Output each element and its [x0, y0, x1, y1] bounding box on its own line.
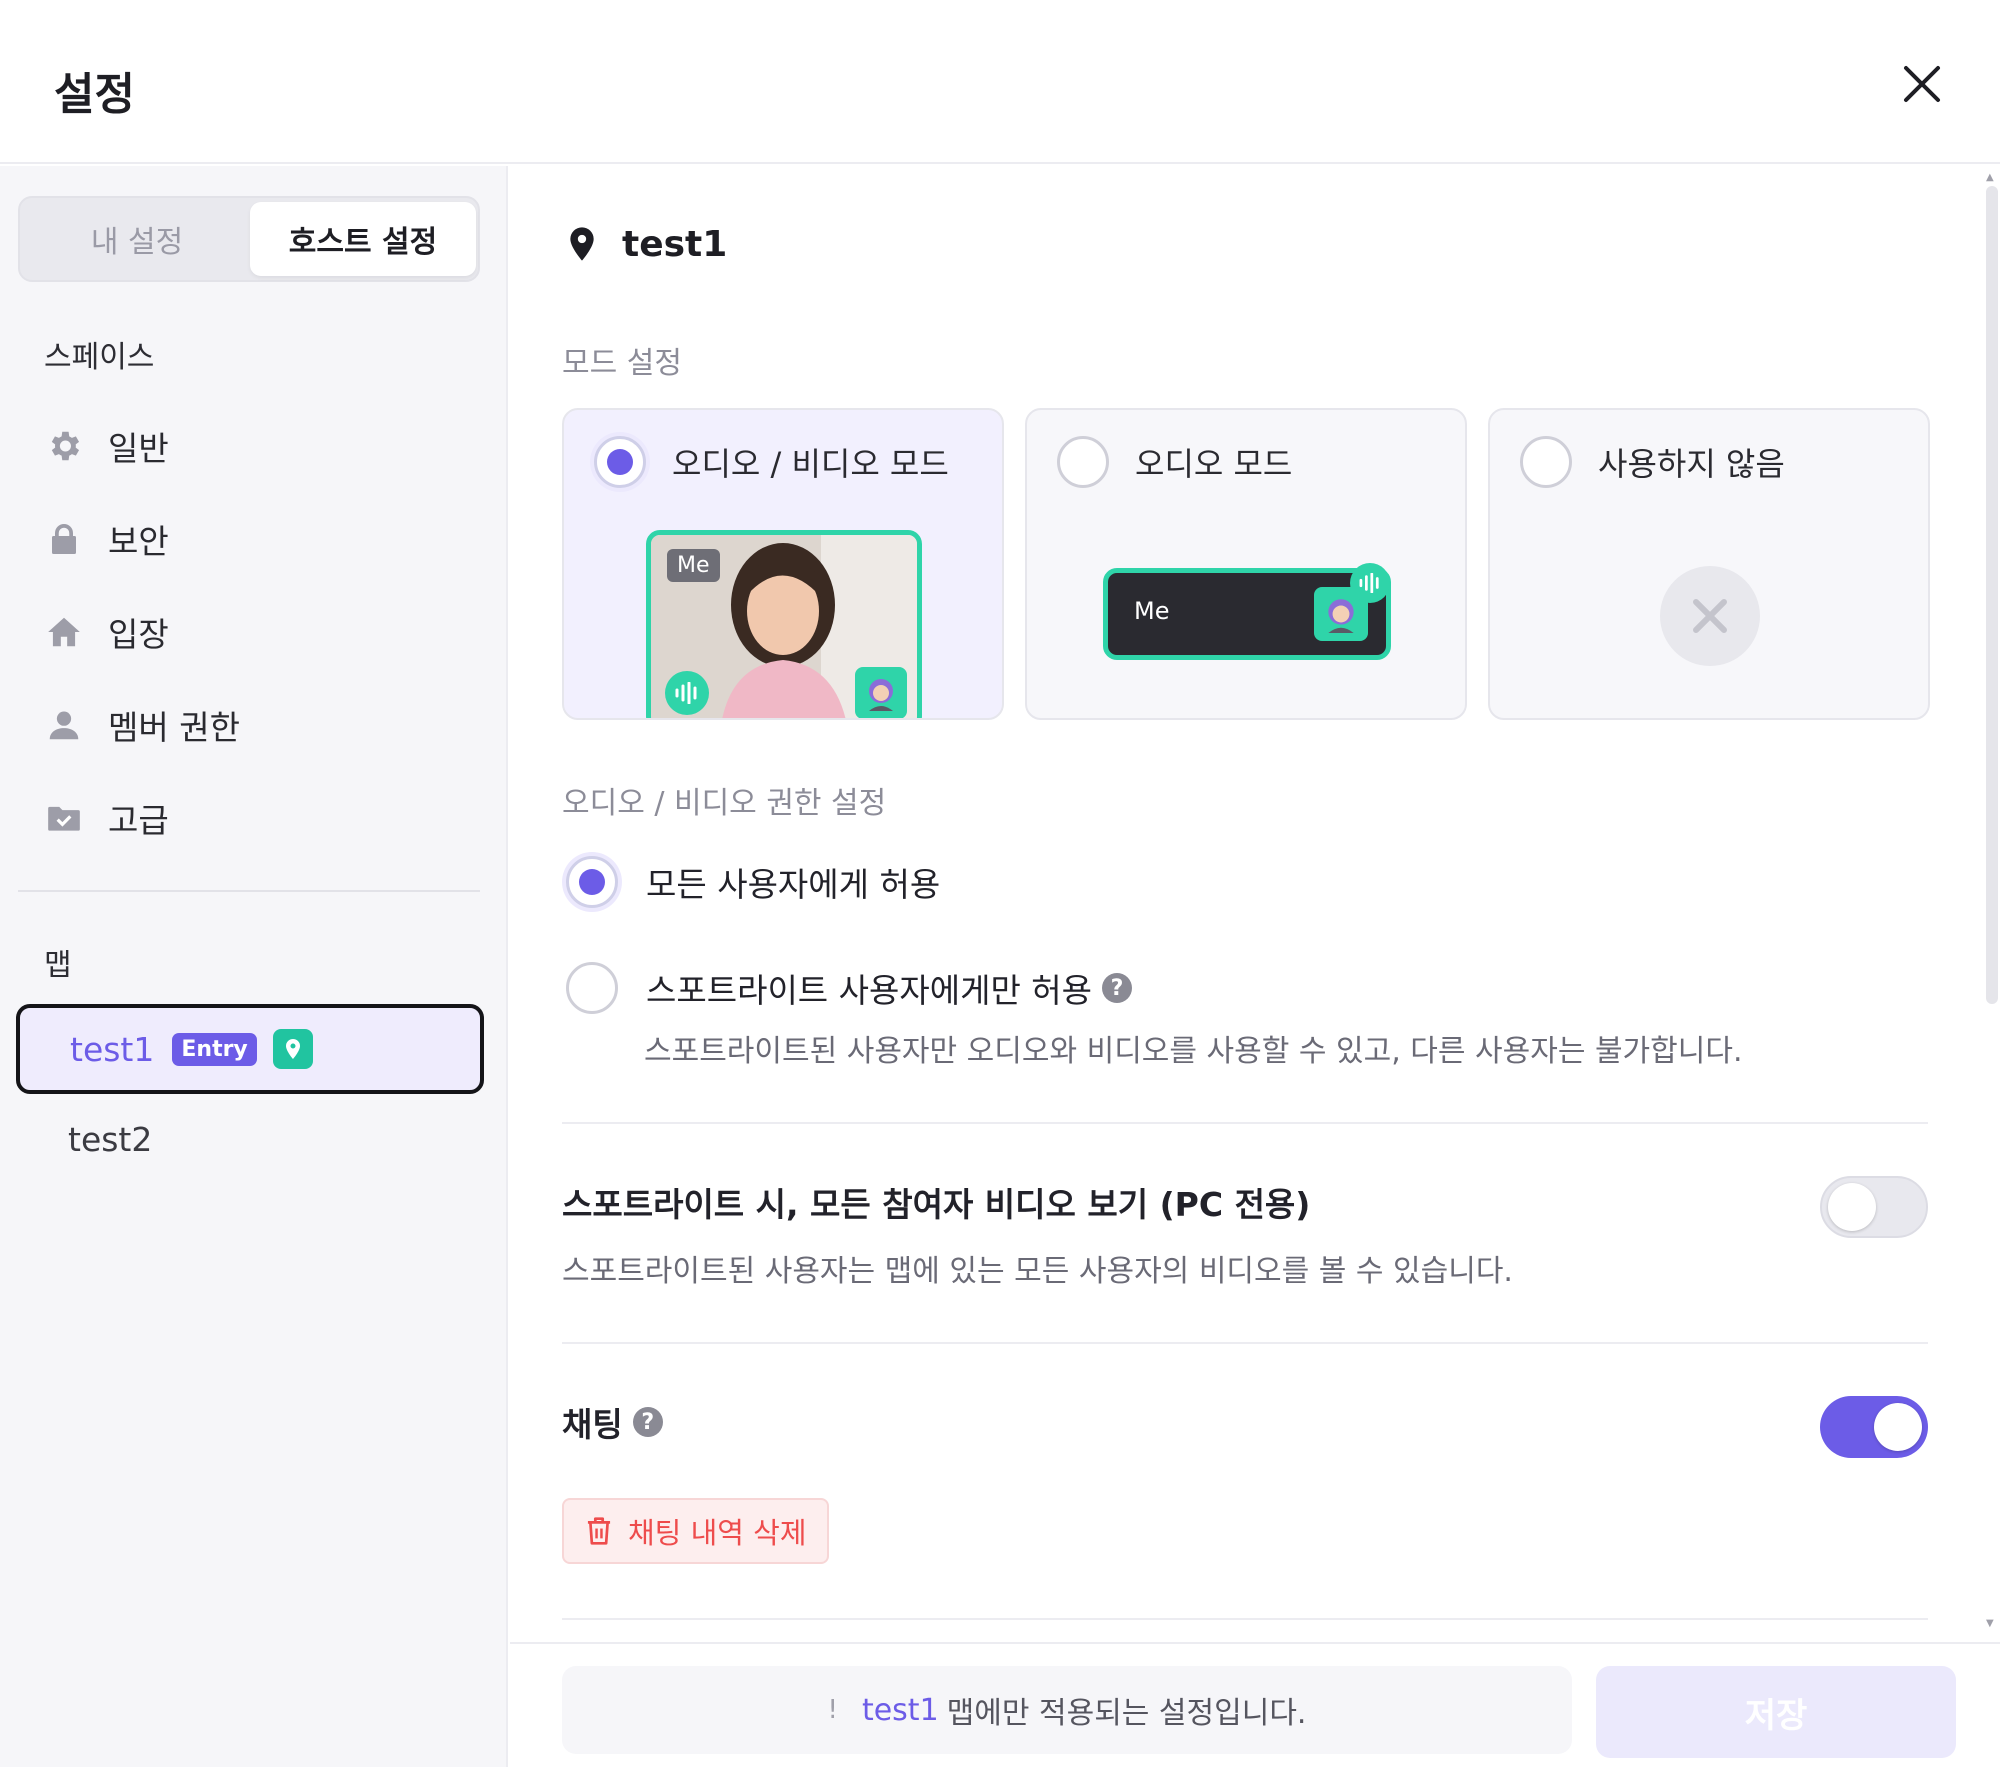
radio-unselected[interactable] — [1520, 436, 1572, 488]
close-button[interactable] — [1896, 58, 1948, 110]
scroll-up-arrow[interactable]: ▲ — [1986, 172, 1998, 183]
map-section-label: 맵 — [44, 948, 72, 983]
sidebar-map-test1[interactable]: test1 Entry — [16, 1004, 484, 1094]
mode-label: 오디오 / 비디오 모드 — [672, 445, 949, 483]
info-icon: ! — [827, 1695, 838, 1725]
permission-label: 스포트라이트 사용자에게만 허용 — [646, 971, 1093, 1010]
trash-icon — [587, 1517, 611, 1545]
scroll-down-arrow[interactable]: ▼ — [1986, 1618, 1998, 1629]
me-tag: Me — [1134, 597, 1170, 625]
radio-selected[interactable] — [566, 856, 618, 908]
section-divider — [562, 1342, 1928, 1344]
audio-wave-icon — [665, 671, 709, 715]
mode-card-audio-video[interactable]: 오디오 / 비디오 모드 Me — [562, 408, 1004, 720]
avatar — [855, 667, 907, 718]
lock-icon — [44, 519, 84, 559]
permission-section-label: 오디오 / 비디오 권한 설정 — [562, 786, 887, 821]
space-section-label: 스페이스 — [44, 340, 155, 375]
permission-option-spotlight[interactable]: 스포트라이트 사용자에게만 허용 ? — [566, 962, 1133, 1014]
permission-option-all[interactable]: 모든 사용자에게 허용 — [566, 856, 940, 908]
sidebar-item-label: 고급 — [108, 801, 169, 840]
delete-chat-label: 채팅 내역 삭제 — [628, 1516, 807, 1550]
spotlight-video-toggle[interactable] — [1820, 1176, 1928, 1238]
mode-label: 오디오 모드 — [1135, 445, 1293, 483]
radio-selected[interactable] — [594, 436, 646, 488]
gear-icon — [44, 426, 84, 466]
mode-card-disabled[interactable]: 사용하지 않음 — [1488, 408, 1930, 720]
tab-host-settings[interactable]: 호스트 설정 — [250, 202, 476, 276]
audio-preview-bar: Me — [1103, 563, 1391, 660]
sidebar-item-label: 입장 — [108, 615, 169, 654]
mode-card-audio[interactable]: 오디오 모드 Me — [1025, 408, 1467, 720]
entry-badge: Entry — [172, 1032, 257, 1066]
mode-option: 사용하지 않음 — [1520, 436, 1785, 488]
permission-description: 스포트라이트된 사용자만 오디오와 비디오를 사용할 수 있고, 다른 사용자는… — [644, 1034, 1743, 1069]
map-title: test1 — [562, 222, 727, 266]
sidebar-item-entry[interactable]: 입장 — [44, 600, 464, 664]
radio-unselected[interactable] — [1057, 436, 1109, 488]
section-divider — [562, 1122, 1928, 1124]
notice-map-name: test1 — [861, 1692, 939, 1728]
location-pin-icon — [272, 1029, 313, 1069]
content-scrollbar[interactable] — [1986, 186, 1998, 1004]
sidebar-item-member-permissions[interactable]: 멤버 권한 — [44, 693, 464, 757]
me-tag: Me — [667, 549, 720, 582]
chat-title: 채팅 — [562, 1405, 623, 1444]
notice-text: 맵에만 적용되는 설정입니다. — [946, 1696, 1307, 1731]
section-divider — [562, 1618, 1928, 1620]
permission-label: 모든 사용자에게 허용 — [646, 865, 941, 904]
sidebar-item-label: 멤버 권한 — [108, 708, 240, 747]
settings-sidebar: 내 설정 호스트 설정 스페이스 일반 보안 입장 멤버 권한 고급 맵 tes… — [0, 166, 508, 1767]
sidebar-item-advanced[interactable]: 고급 — [44, 786, 464, 850]
help-icon[interactable]: ? — [1102, 973, 1133, 1003]
tab-my-settings[interactable]: 내 설정 — [24, 202, 250, 276]
map-name: test1 — [622, 223, 728, 265]
mode-option: 오디오 모드 — [1057, 436, 1292, 488]
help-icon[interactable]: ? — [632, 1407, 663, 1437]
chat-toggle[interactable] — [1820, 1396, 1928, 1458]
dialog-title: 설정 — [54, 69, 135, 120]
delete-chat-history-button[interactable]: 채팅 내역 삭제 — [562, 1498, 829, 1564]
close-icon — [1904, 66, 1940, 102]
save-button[interactable]: 저장 — [1596, 1666, 1956, 1758]
settings-scope-tabs: 내 설정 호스트 설정 — [18, 196, 480, 282]
map-item-label: test2 — [68, 1119, 153, 1159]
map-scope-notice: ! test1 맵에만 적용되는 설정입니다. — [562, 1666, 1572, 1754]
sidebar-item-security[interactable]: 보안 — [44, 507, 464, 571]
settings-content: test1 모드 설정 오디오 / 비디오 모드 Me 오디오 모드 Me 사용… — [510, 166, 2000, 1767]
location-pin-icon — [570, 227, 594, 261]
chat-row: 채팅 ? — [562, 1398, 663, 1446]
sidebar-item-label: 보안 — [108, 522, 169, 561]
settings-footer: ! test1 맵에만 적용되는 설정입니다. 저장 — [510, 1642, 2000, 1767]
audio-wave-icon — [1350, 563, 1390, 603]
sidebar-divider — [18, 890, 480, 892]
mode-section-label: 모드 설정 — [562, 346, 682, 381]
sidebar-item-label: 일반 — [108, 429, 169, 468]
sidebar-map-test2[interactable]: test2 — [16, 1094, 484, 1184]
video-preview: Me — [646, 530, 922, 718]
mode-option: 오디오 / 비디오 모드 — [594, 436, 949, 488]
user-icon — [44, 705, 84, 745]
disabled-x-icon — [1660, 566, 1760, 666]
radio-unselected[interactable] — [566, 962, 618, 1014]
spotlight-video-title: 스포트라이트 시, 모든 참여자 비디오 보기 (PC 전용) — [562, 1185, 1311, 1224]
spotlight-video-description: 스포트라이트된 사용자는 맵에 있는 모든 사용자의 비디오를 볼 수 있습니다… — [562, 1254, 1513, 1289]
home-icon — [44, 612, 84, 652]
folder-icon — [44, 798, 84, 838]
map-item-label: test1 — [70, 1029, 155, 1069]
mode-label: 사용하지 않음 — [1598, 445, 1785, 483]
dialog-header: 설정 — [0, 0, 2000, 164]
sidebar-item-general[interactable]: 일반 — [44, 414, 464, 478]
